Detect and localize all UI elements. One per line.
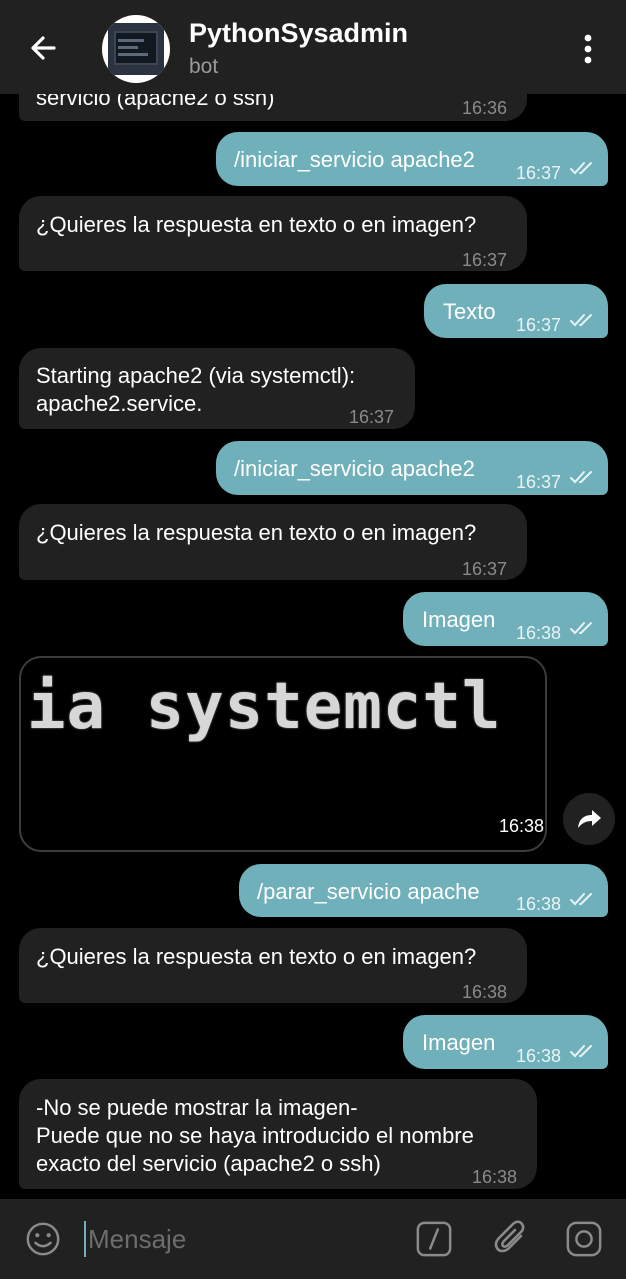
message-outgoing[interactable]: /iniciar_servicio apache2 16:37 [216, 441, 608, 495]
message-text: ¿Quieres la respuesta en texto o en imag… [36, 944, 477, 969]
message-time: 16:37 [516, 472, 562, 492]
message-text: Texto [443, 299, 496, 324]
share-icon[interactable] [563, 793, 615, 845]
double-check-icon [570, 622, 592, 635]
message-time: 16:38 [516, 1046, 562, 1066]
message-time: 16:37 [462, 559, 508, 579]
message-incoming[interactable]: ¿Quieres la respuesta en texto o en imag… [19, 928, 527, 1003]
double-check-icon [570, 314, 592, 327]
message-time: 16:37 [516, 163, 562, 183]
message-text: /iniciar_servicio apache2 [234, 147, 475, 172]
message-text: /iniciar_servicio apache2 [234, 456, 475, 481]
message-time: 16:38 [472, 1167, 518, 1187]
chat-title[interactable]: PythonSysadmin [189, 18, 408, 49]
message-time: 16:37 [462, 250, 508, 270]
message-text: /parar_servicio apache [257, 879, 480, 904]
message-text: Imagen [422, 1030, 496, 1055]
photo-content-text: ia systemctl [27, 670, 502, 744]
message-outgoing[interactable]: /parar_servicio apache 16:38 [239, 864, 608, 917]
instagram-camera-icon[interactable] [565, 1220, 603, 1258]
chat-subtitle: bot [189, 55, 219, 78]
message-time: 16:37 [349, 407, 395, 427]
message-incoming[interactable]: ¿Quieres la respuesta en texto o en imag… [19, 196, 527, 271]
message-incoming[interactable]: ¿Quieres la respuesta en texto o en imag… [19, 504, 527, 580]
message-outgoing[interactable]: Imagen 16:38 [403, 592, 608, 646]
double-check-icon [570, 1045, 592, 1058]
message-text: ¿Quieres la respuesta en texto o en imag… [36, 212, 477, 237]
paperclip-icon[interactable] [492, 1219, 532, 1259]
slash-command-icon[interactable] [415, 1220, 453, 1258]
message-time: 16:38 [462, 982, 508, 1002]
message-time: 16:36 [462, 98, 508, 118]
message-text: ¿Quieres la respuesta en texto o en imag… [36, 520, 477, 545]
message-time: 16:38 [516, 894, 562, 914]
message-text: -No se puede mostrar la imagen- Puede qu… [36, 1095, 474, 1176]
double-check-icon [570, 893, 592, 906]
message-outgoing[interactable]: Imagen 16:38 [403, 1015, 608, 1069]
chat-header: PythonSysadmin bot [0, 0, 626, 94]
message-text: Imagen [422, 607, 496, 632]
message-input[interactable]: Mensaje [84, 1221, 384, 1257]
message-photo[interactable]: ia systemctl 16:38 [19, 656, 547, 852]
message-text: Starting apache2 (via systemctl): apache… [36, 363, 356, 416]
message-time: 16:38 [516, 623, 562, 643]
double-check-icon [570, 471, 592, 484]
message-incoming[interactable]: -No se puede mostrar la imagen- Puede qu… [19, 1079, 537, 1189]
avatar[interactable] [102, 15, 170, 83]
double-check-icon [570, 162, 592, 175]
message-outgoing[interactable]: /iniciar_servicio apache2 16:37 [216, 132, 608, 186]
arrow-left-icon[interactable] [24, 28, 64, 68]
message-time: 16:37 [516, 315, 562, 335]
emoji-icon[interactable] [24, 1220, 62, 1258]
message-composer: Mensaje [0, 1199, 626, 1279]
message-outgoing[interactable]: Texto 16:37 [424, 284, 608, 338]
message-incoming[interactable]: Starting apache2 (via systemctl): apache… [19, 348, 415, 429]
more-vertical-icon[interactable] [576, 32, 600, 66]
message-time: 16:38 [499, 816, 545, 836]
